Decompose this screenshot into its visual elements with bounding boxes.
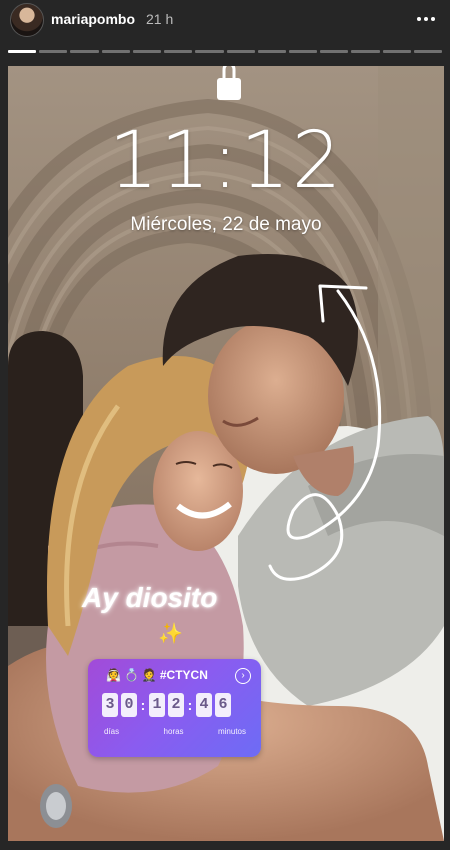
- lockscreen-date: Miércoles, 22 de mayo: [130, 214, 322, 235]
- bride-icon: 👰: [106, 668, 121, 682]
- hours-digit-2: 2: [168, 693, 184, 717]
- hours-digit-1: 1: [149, 693, 165, 717]
- progress-segment: [132, 50, 162, 53]
- progress-segment: [39, 50, 68, 53]
- countdown-title: 👰 💍 🤵 #CTYCN: [106, 668, 208, 682]
- username[interactable]: mariapombo: [51, 11, 135, 27]
- progress-segment: [8, 50, 37, 53]
- ring-icon: 💍: [123, 668, 139, 682]
- timestamp: 21 h: [146, 11, 174, 27]
- sparkle-icon: ✨: [158, 623, 183, 645]
- story-progress-bar: [8, 50, 443, 53]
- progress-segment: [382, 50, 411, 53]
- groom-icon: 🤵: [141, 668, 157, 682]
- hours-label: horas: [163, 727, 184, 736]
- days-digit-1: 3: [102, 693, 118, 717]
- more-options-icon[interactable]: [416, 9, 436, 29]
- progress-segment: [195, 50, 224, 53]
- progress-segment: [288, 50, 318, 53]
- progress-segment: [70, 50, 99, 53]
- lock-icon: [217, 66, 241, 100]
- avatar[interactable]: [10, 3, 44, 37]
- minutes-digit-1: 4: [196, 693, 212, 717]
- separator: :: [140, 697, 146, 713]
- progress-segment: [413, 50, 443, 53]
- progress-segment: [320, 50, 349, 53]
- progress-segment: [351, 50, 380, 53]
- story-content[interactable]: 11:12 Miércoles, 22 de mayo Ay diosito ✨…: [8, 66, 444, 841]
- lockscreen-clock: 11:12: [108, 116, 344, 206]
- days-label: días: [104, 727, 120, 736]
- days-digit-2: 0: [121, 693, 137, 717]
- countdown-digits: 3 0 : 1 2 : 4 6: [102, 693, 231, 717]
- story-header: mariapombo 21 h: [0, 0, 450, 44]
- progress-segment: [101, 50, 130, 53]
- chevron-right-icon[interactable]: ›: [235, 668, 251, 684]
- progress-segment: [164, 50, 193, 53]
- countdown-hashtag: #CTYCN: [159, 668, 208, 682]
- progress-segment: [257, 50, 286, 53]
- minutes-digit-2: 6: [215, 693, 231, 717]
- story-caption: Ay diosito: [82, 582, 218, 613]
- countdown-labels: días horas minutos: [102, 727, 252, 736]
- separator: :: [187, 697, 193, 713]
- progress-segment: [226, 50, 255, 53]
- countdown-sticker[interactable]: 👰 💍 🤵 #CTYCN › 3 0 : 1 2 : 4 6 días hora…: [88, 659, 261, 757]
- minutes-label: minutos: [217, 727, 246, 736]
